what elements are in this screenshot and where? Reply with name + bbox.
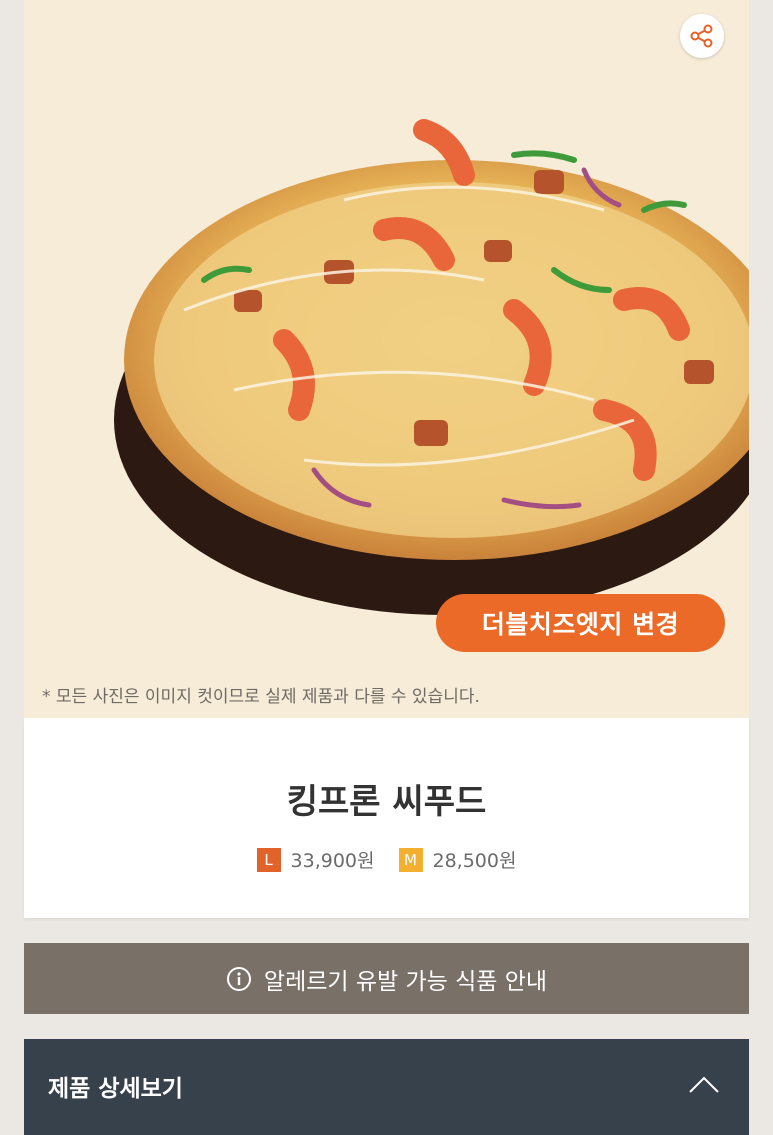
- size-badge-medium: M: [398, 847, 423, 872]
- size-badge-large: L: [256, 847, 281, 872]
- product-info-card: 킹프론 씨푸드 L 33,900원 M 28,500원: [24, 718, 749, 918]
- change-crust-button[interactable]: 더블치즈엣지 변경: [436, 594, 725, 652]
- price-medium: M 28,500원: [398, 846, 517, 873]
- info-icon: [226, 966, 251, 991]
- product-image-area: 더블치즈엣지 변경 * 모든 사진은 이미지 컷이므로 실제 제품과 다를 수 …: [24, 0, 749, 718]
- product-page: 더블치즈엣지 변경 * 모든 사진은 이미지 컷이므로 실제 제품과 다를 수 …: [0, 0, 773, 1135]
- price-list: L 33,900원 M 28,500원: [24, 846, 749, 873]
- allergy-info-button[interactable]: 알레르기 유발 가능 식품 안내: [24, 943, 749, 1014]
- product-detail-label: 제품 상세보기: [48, 1076, 183, 1102]
- product-detail-toggle[interactable]: 제품 상세보기: [24, 1039, 749, 1135]
- price-value-medium: 28,500원: [432, 850, 517, 872]
- share-icon: [690, 24, 713, 48]
- image-disclaimer: * 모든 사진은 이미지 컷이므로 실제 제품과 다를 수 있습니다.: [42, 687, 480, 707]
- price-large: L 33,900원: [256, 846, 375, 873]
- product-title: 킹프론 씨푸드: [286, 782, 487, 822]
- share-button[interactable]: [680, 14, 724, 58]
- pizza-image: [114, 119, 749, 615]
- price-value-large: 33,900원: [290, 850, 375, 872]
- chevron-up-icon: [689, 1076, 719, 1093]
- allergy-info-label: 알레르기 유발 가능 식품 안내: [263, 968, 548, 995]
